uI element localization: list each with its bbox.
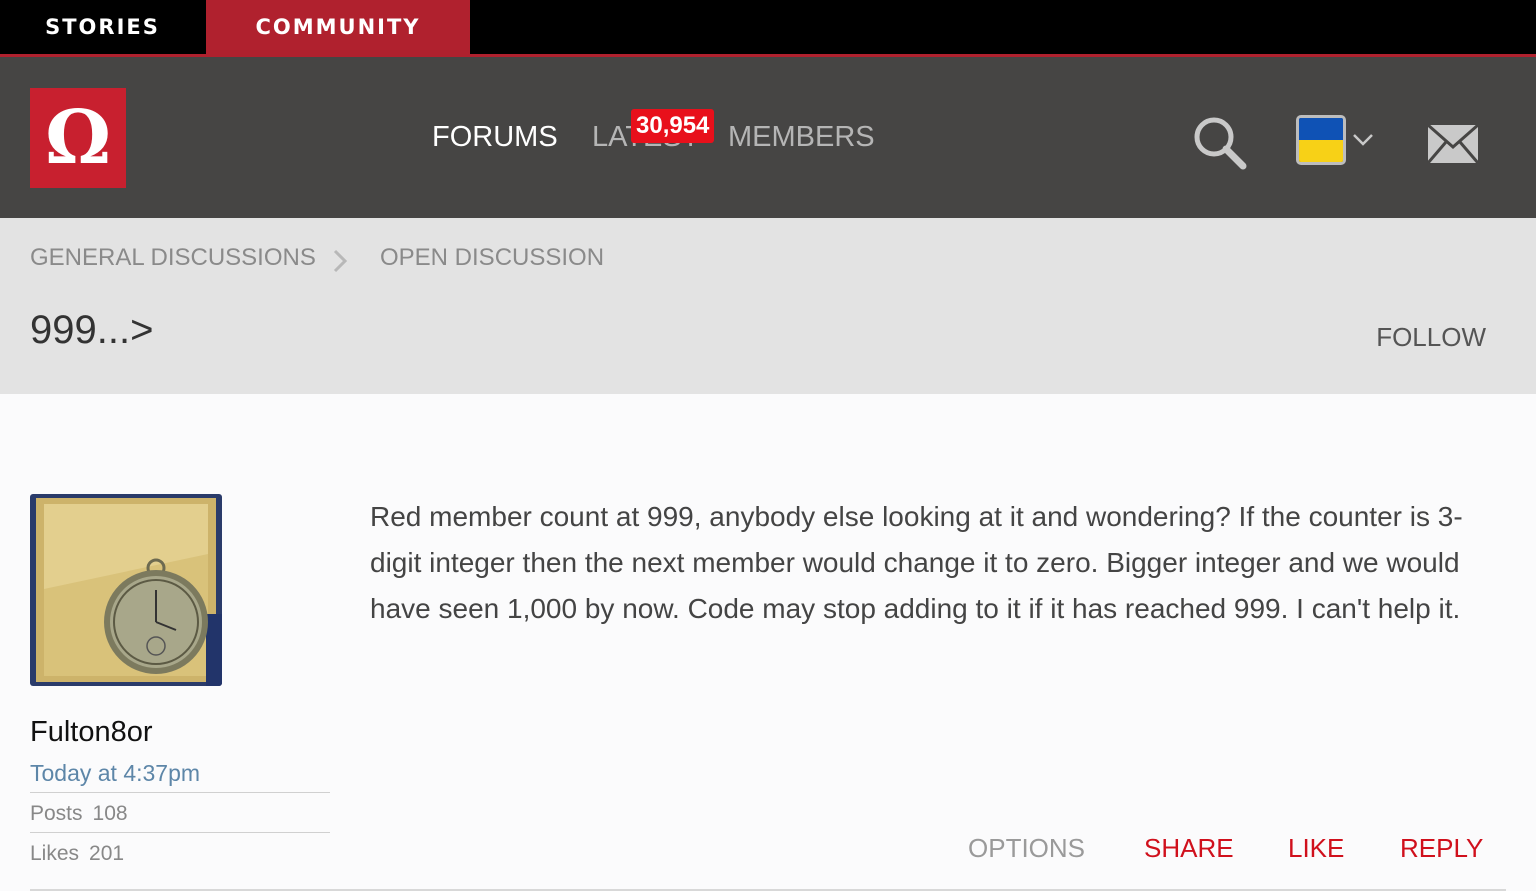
reply-button[interactable]: REPLY <box>1400 833 1483 864</box>
divider <box>30 792 330 793</box>
likes-stat: Likes 201 <box>30 842 124 866</box>
chevron-down-icon <box>1353 134 1373 146</box>
post-body: Red member count at 999, anybody else lo… <box>370 501 1463 624</box>
nav-members[interactable]: MEMBERS <box>728 121 875 154</box>
top-strip: STORIES COMMUNITY <box>0 0 1536 57</box>
search-icon[interactable] <box>1192 115 1248 171</box>
post-timestamp[interactable]: Today at 4:37pm <box>30 760 200 787</box>
share-button[interactable]: SHARE <box>1144 833 1234 864</box>
posts-stat: Posts 108 <box>30 802 128 826</box>
like-button[interactable]: LIKE <box>1288 833 1344 864</box>
breadcrumb-general-discussions[interactable]: GENERAL DISCUSSIONS <box>30 244 316 272</box>
omega-logo[interactable]: Ω <box>30 88 126 188</box>
flag-icon <box>1296 115 1346 165</box>
breadcrumb-open-discussion[interactable]: OPEN DISCUSSION <box>380 244 604 272</box>
tab-stories[interactable]: STORIES <box>0 0 205 54</box>
site-header: Ω FORUMS LATEST MEMBERS 30,954 <box>0 57 1536 218</box>
divider <box>30 832 330 833</box>
likes-count: 201 <box>89 842 125 865</box>
posts-label: Posts <box>30 802 83 825</box>
options-button[interactable]: OPTIONS <box>968 833 1085 864</box>
follow-button[interactable]: FOLLOW <box>1376 322 1486 353</box>
latest-count-badge[interactable]: 30,954 <box>631 109 715 143</box>
posts-count: 108 <box>92 802 128 825</box>
likes-label: Likes <box>30 842 80 865</box>
avatar[interactable] <box>30 494 222 686</box>
post-author[interactable]: Fulton8or <box>30 716 153 749</box>
language-selector[interactable] <box>1296 115 1376 169</box>
tab-community[interactable]: COMMUNITY <box>206 0 470 54</box>
chevron-right-icon <box>333 249 348 273</box>
mail-icon[interactable] <box>1426 123 1480 165</box>
page-title: 999...> <box>30 308 154 352</box>
nav-forums[interactable]: FORUMS <box>432 121 558 154</box>
thread-header: GENERAL DISCUSSIONS OPEN DISCUSSION 999.… <box>0 218 1536 394</box>
